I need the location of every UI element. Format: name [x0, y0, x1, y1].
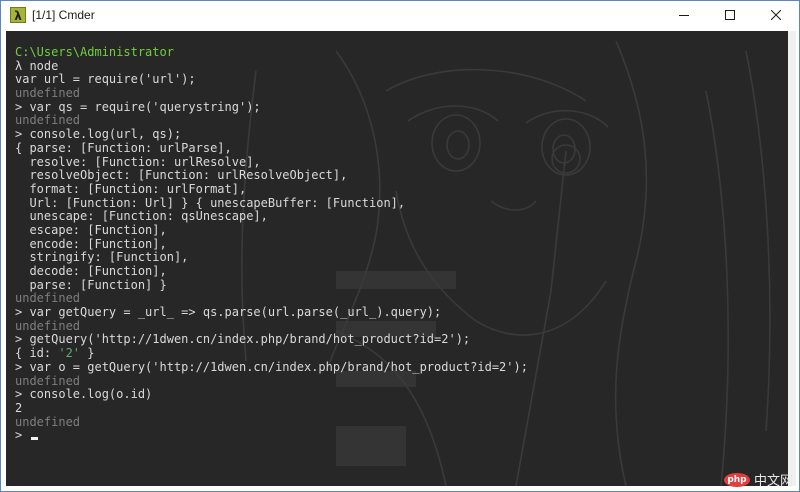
- console-text-segment: }: [80, 346, 95, 361]
- console-text-segment: undefined: [15, 318, 81, 333]
- console-line: >: [15, 428, 788, 443]
- console-text-segment: parse: [Function] }: [15, 277, 167, 292]
- console-line: undefined: [15, 86, 788, 101]
- minimize-button[interactable]: [661, 1, 707, 29]
- maximize-icon: [725, 10, 735, 20]
- console-line: { id: '2' }: [15, 346, 788, 361]
- console-line: format: [Function: urlFormat],: [15, 181, 788, 197]
- window-controls: [661, 1, 799, 29]
- php-logo-icon: php: [723, 472, 750, 487]
- console-text-segment: λ node: [15, 58, 59, 73]
- console-line: encode: [Function],: [15, 236, 788, 252]
- window-title: [1/1] Cmder: [32, 8, 95, 22]
- console-text-segment: > var getQuery = _url_ => qs.parse(url.p…: [15, 305, 442, 320]
- lambda-icon: λ: [10, 7, 26, 23]
- console-line: decode: [Function],: [15, 264, 788, 279]
- console-text-segment: C:\Users\Administrator: [15, 45, 174, 59]
- console-text-segment: undefined: [15, 414, 81, 429]
- console-text-segment: > console.log(o.id): [15, 387, 153, 402]
- console-line: escape: [Function],: [15, 222, 788, 238]
- close-button[interactable]: [753, 1, 799, 29]
- console-line: var url = require('url');: [15, 73, 788, 87]
- console-text-segment: decode: [Function],: [15, 264, 167, 278]
- console-line: undefined: [15, 318, 788, 334]
- console-line: { parse: [Function: urlParse],: [15, 140, 788, 156]
- console-line: resolve: [Function: urlResolve],: [15, 154, 788, 170]
- console-text-segment: 2: [15, 400, 23, 415]
- minimize-icon: [679, 15, 689, 16]
- console-line: Url: [Function: Url] } { unescapeBuffer:…: [15, 195, 788, 211]
- console-text-segment: > var qs = require('querystring');: [15, 99, 261, 114]
- console-line: > var getQuery = _url_ => qs.parse(url.p…: [15, 305, 788, 320]
- console-line: > console.log(url, qs);: [15, 127, 788, 142]
- watermark: php 中文网: [723, 470, 793, 489]
- console-text-segment: undefined: [15, 373, 81, 388]
- console-text-segment: var url = require('url');: [15, 72, 196, 87]
- console-text-segment: format: [Function: urlFormat],: [15, 181, 247, 196]
- console-text-segment: > var o = getQuery('http://1dwen.cn/inde…: [15, 359, 528, 374]
- console-text-segment: escape: [Function],: [15, 222, 167, 237]
- vertical-scrollbar[interactable]: [788, 31, 796, 486]
- console-text-segment: resolve: [Function: urlResolve],: [15, 154, 261, 169]
- title-bar[interactable]: λ [1/1] Cmder: [1, 1, 799, 29]
- console-line: undefined: [15, 373, 788, 389]
- console-line: parse: [Function] }: [15, 277, 788, 293]
- close-icon: [771, 10, 781, 20]
- console-output: C:\Users\Administrator λ node var url = re…: [15, 45, 788, 443]
- console-text-segment: undefined: [15, 291, 81, 306]
- console-line: undefined: [15, 292, 788, 306]
- console-text-segment: { id:: [15, 346, 59, 361]
- console-line: undefined: [15, 414, 788, 430]
- console-line: resolveObject: [Function: urlResolveObje…: [15, 168, 788, 183]
- console-line: λ node: [15, 58, 788, 74]
- console-text-segment: unescape: [Function: qsUnescape],: [15, 209, 268, 224]
- watermark-text: 中文网: [753, 474, 793, 489]
- console-line: > getQuery('http://1dwen.cn/index.php/br…: [15, 333, 788, 347]
- console-text-segment: > console.log(url, qs);: [15, 127, 182, 142]
- console-line: C:\Users\Administrator: [15, 45, 788, 60]
- console-line: 2: [15, 400, 788, 416]
- console-line: > console.log(o.id): [15, 387, 788, 402]
- console-text-segment: { parse: [Function: urlParse],: [15, 140, 232, 155]
- console-line: > var qs = require('querystring');: [15, 99, 788, 115]
- console-text-segment: >: [15, 428, 30, 443]
- console-text-segment: undefined: [15, 86, 81, 101]
- text-cursor: [31, 437, 39, 441]
- console-text-segment: stringify: [Function],: [15, 250, 189, 265]
- console-line: stringify: [Function],: [15, 250, 788, 265]
- console-text-segment: encode: [Function],: [15, 236, 167, 251]
- console-line: unescape: [Function: qsUnescape],: [15, 209, 788, 224]
- console-line: undefined: [15, 114, 788, 128]
- console-area[interactable]: C:\Users\Administrator λ node var url = re…: [6, 31, 788, 486]
- console-line: > var o = getQuery('http://1dwen.cn/inde…: [15, 359, 788, 375]
- console-text-segment: Url: [Function: Url] } { unescapeBuffer:…: [15, 195, 406, 210]
- console-text-segment: undefined: [15, 113, 81, 128]
- cmder-window: λ [1/1] Cmder C:\Users\Administrator λ n…: [0, 0, 800, 492]
- console-text-segment: '2': [58, 346, 81, 361]
- console-text-segment: resolveObject: [Function: urlResolveObje…: [15, 168, 348, 183]
- maximize-button[interactable]: [707, 1, 753, 29]
- console-text-segment: > getQuery('http://1dwen.cn/index.php/br…: [15, 332, 471, 347]
